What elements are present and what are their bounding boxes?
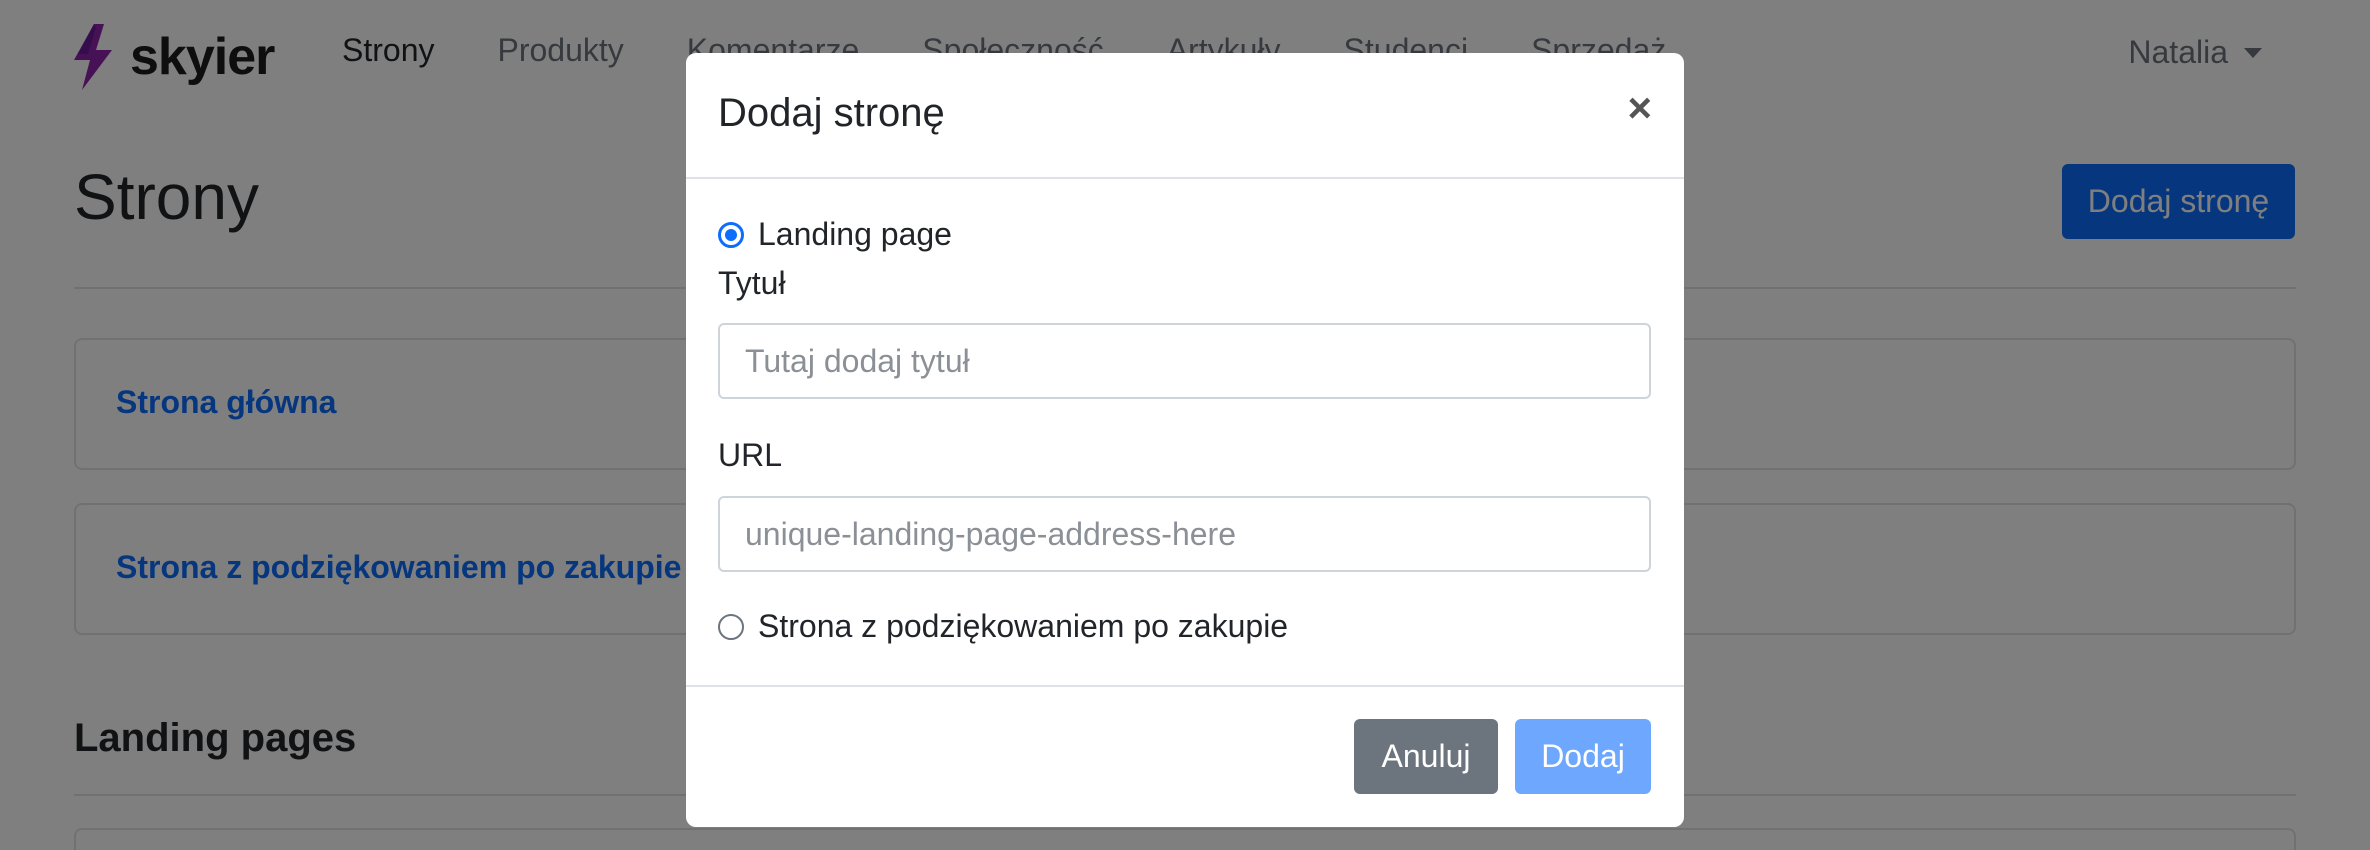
title-field-label: Tytuł	[718, 265, 786, 301]
radio-option-thank-you-page[interactable]: Strona z podziękowaniem po zakupie	[718, 608, 1288, 645]
radio-landing-page[interactable]	[718, 221, 744, 248]
radio-label-landing-page: Landing page	[758, 216, 952, 252]
close-icon[interactable]: ×	[1627, 87, 1652, 129]
cancel-button[interactable]: Anuluj	[1354, 719, 1498, 794]
radio-label-thank-you-page: Strona z podziękowaniem po zakupie	[758, 608, 1289, 644]
add-page-modal: Dodaj stronę × Landing page Tytuł URL St…	[686, 53, 1684, 827]
submit-button[interactable]: Dodaj	[1515, 719, 1651, 794]
url-input[interactable]	[718, 496, 1651, 572]
radio-option-landing-page[interactable]: Landing page	[718, 216, 952, 253]
modal-footer: Anuluj Dodaj	[686, 685, 1684, 827]
title-input[interactable]	[718, 323, 1651, 399]
modal-title: Dodaj stronę	[718, 91, 945, 135]
modal-header: Dodaj stronę ×	[686, 53, 1684, 179]
radio-thank-you-page[interactable]	[718, 613, 744, 640]
url-field-label: URL	[718, 437, 783, 473]
